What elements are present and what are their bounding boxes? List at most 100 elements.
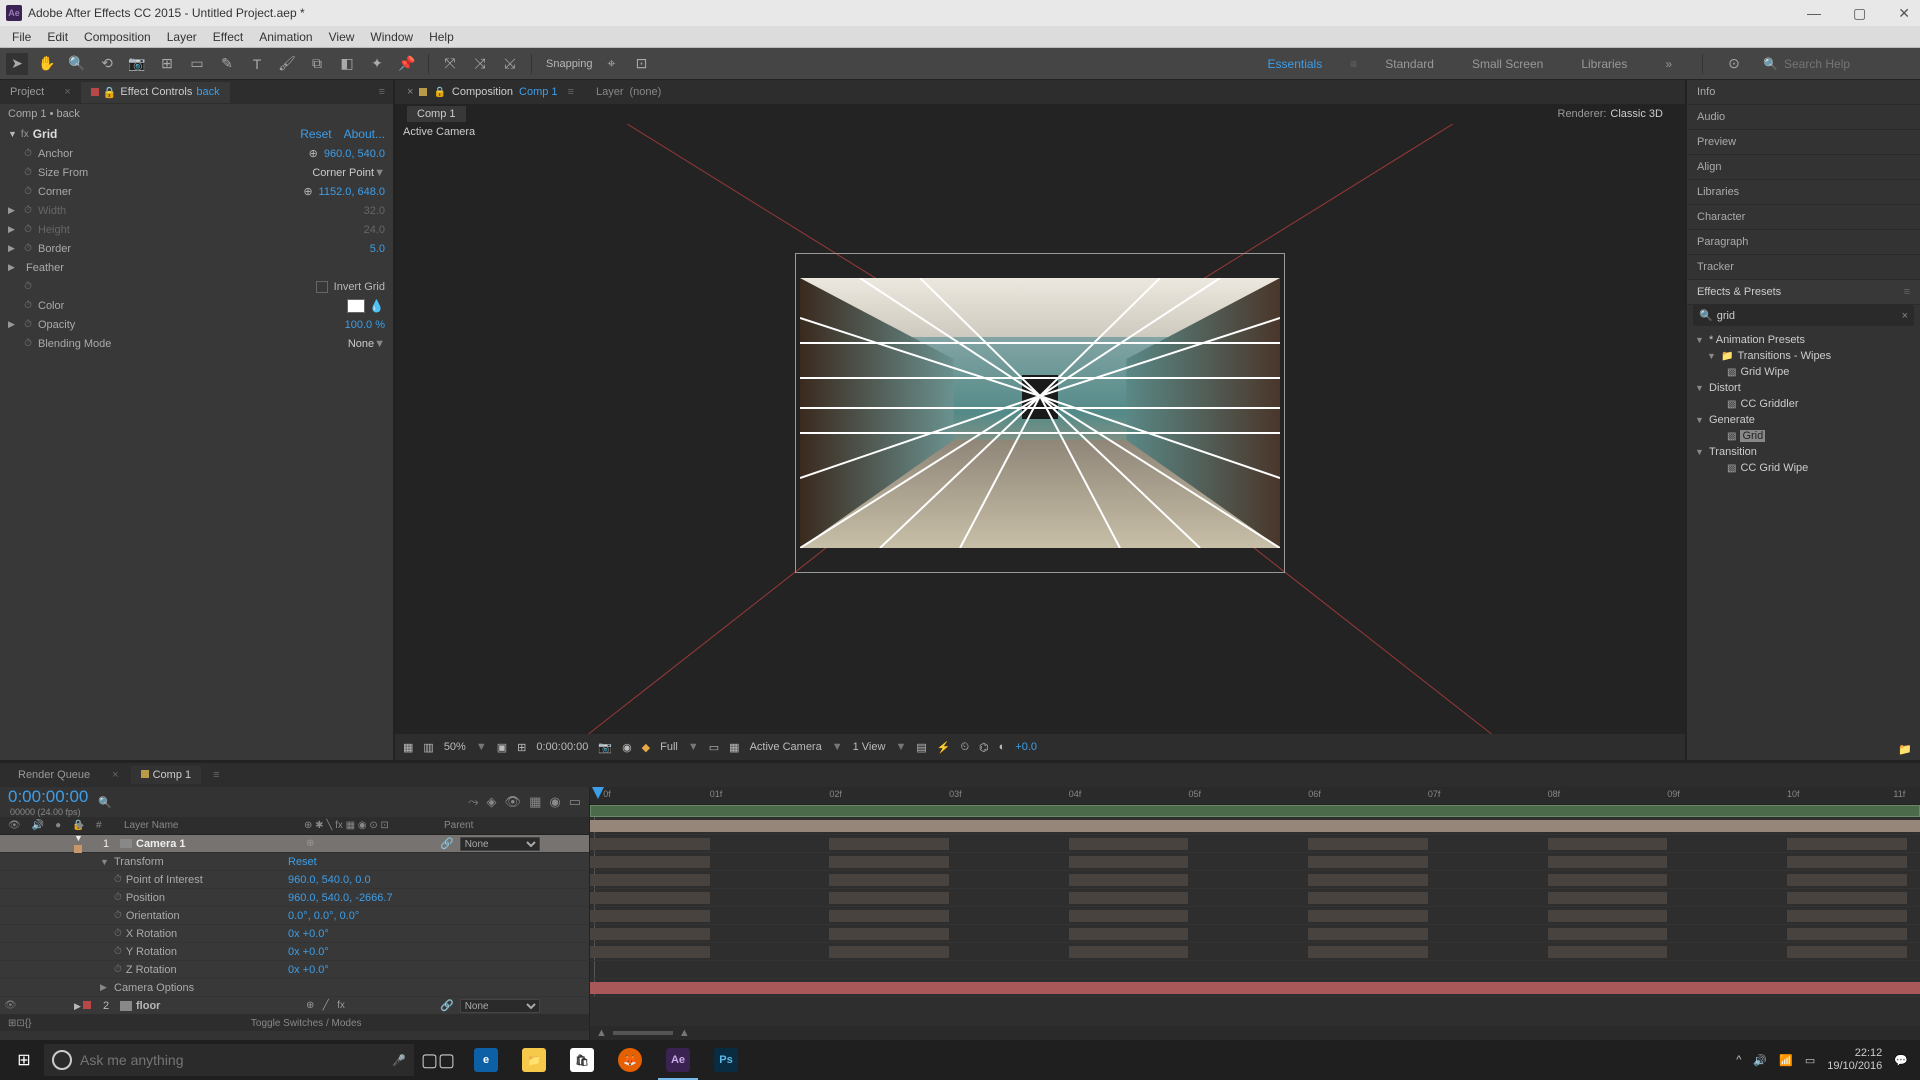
zrot-value[interactable]: 0x +0.0° [280, 964, 329, 976]
workspace-essentials[interactable]: Essentials [1258, 53, 1333, 75]
taskbar-explorer[interactable]: 📁 [510, 1040, 558, 1080]
stopwatch-icon[interactable]: ⏱ [114, 910, 122, 921]
twirl-icon[interactable]: ▶ [8, 224, 22, 235]
tree-generate[interactable]: ▼Generate [1693, 412, 1914, 428]
playhead-icon[interactable] [592, 787, 604, 799]
type-tool-icon[interactable]: T [246, 53, 268, 75]
current-timecode[interactable]: 0:00:00:00 [8, 787, 88, 807]
menu-edit[interactable]: Edit [39, 28, 76, 46]
search-icon[interactable]: 🔍 [98, 796, 112, 809]
stopwatch-icon[interactable]: ⏱ [22, 148, 34, 160]
close-button[interactable]: ✕ [1894, 5, 1914, 22]
twirl-icon[interactable]: ▼ [8, 129, 17, 139]
stopwatch-icon[interactable]: ⏱ [22, 243, 34, 255]
twirl-icon[interactable]: ▶ [8, 262, 22, 273]
tree-grid[interactable]: ▧Grid [1693, 428, 1914, 444]
axis-view-icon[interactable]: ⤩ [499, 53, 521, 75]
action-center-icon[interactable]: 💬 [1894, 1054, 1908, 1067]
roi-icon[interactable]: ▭ [709, 741, 719, 754]
close-icon[interactable]: × [407, 86, 413, 98]
menu-composition[interactable]: Composition [76, 28, 159, 46]
menu-view[interactable]: View [321, 28, 363, 46]
hand-tool-icon[interactable]: ✋ [36, 53, 58, 75]
panel-menu-icon[interactable]: ≡ [568, 86, 574, 98]
time-ruler[interactable]: 0f 01f 02f 03f 04f 05f 06f 07f 08f 09f 1… [590, 787, 1920, 805]
twirl-icon[interactable]: ▶ [8, 243, 22, 254]
workspace-standard[interactable]: Standard [1375, 53, 1444, 75]
mic-icon[interactable]: 🎤 [392, 1054, 406, 1067]
tree-transition[interactable]: ▼Transition [1693, 444, 1914, 460]
roto-tool-icon[interactable]: ✦ [366, 53, 388, 75]
snap-collapse-icon[interactable]: ⊡ [631, 53, 653, 75]
reset-link[interactable]: Reset [300, 127, 331, 141]
current-time[interactable]: 0:00:00:00 [536, 741, 588, 753]
timeline-toggle-icon[interactable]: {} [25, 1018, 32, 1029]
task-view-icon[interactable]: ▢▢ [414, 1040, 462, 1080]
panel-audio[interactable]: Audio [1687, 105, 1920, 130]
panel-effects-presets[interactable]: Effects & Presets≡ [1687, 280, 1920, 305]
dropdown-icon[interactable]: ▼ [374, 167, 385, 179]
stopwatch-icon[interactable]: ⏱ [22, 281, 34, 293]
panel-menu-icon[interactable]: ≡ [213, 769, 219, 781]
lock-icon[interactable]: 🔒 [433, 87, 445, 98]
taskbar-photoshop[interactable]: Ps [702, 1040, 750, 1080]
mask-icon[interactable]: ▣ [497, 741, 507, 754]
stopwatch-icon[interactable]: ⏱ [22, 205, 34, 217]
twirl-icon[interactable]: ▶ [8, 319, 22, 330]
menu-animation[interactable]: Animation [251, 28, 320, 46]
graph-editor-icon[interactable]: ▭ [569, 794, 581, 810]
resolution-select[interactable]: Full [660, 741, 678, 753]
cortana-search[interactable]: 🎤 [44, 1044, 414, 1076]
sync-icon[interactable]: ⊙ [1723, 53, 1745, 75]
effects-search-input[interactable] [1717, 310, 1898, 322]
comp-flowchart-icon[interactable]: ⤳ [468, 794, 478, 810]
twirl-icon[interactable]: ▼ [100, 857, 110, 867]
shy-icon[interactable]: 👁 [505, 794, 522, 810]
taskbar-edge[interactable]: e [462, 1040, 510, 1080]
motion-blur-icon[interactable]: ◉ [549, 794, 560, 810]
rect-tool-icon[interactable]: ▭ [186, 53, 208, 75]
work-area-bar[interactable] [590, 805, 1920, 817]
puppet-tool-icon[interactable]: 📌 [396, 53, 418, 75]
stopwatch-icon[interactable]: ⏱ [114, 874, 122, 885]
color-swatch[interactable] [347, 299, 365, 313]
panel-tracker[interactable]: Tracker [1687, 255, 1920, 280]
workspace-more-icon[interactable]: » [1655, 53, 1682, 75]
taskbar-after-effects[interactable]: Ae [654, 1040, 702, 1080]
layer-row-camera[interactable]: ▼ 1 Camera 1 ⊕ 🔗None [0, 835, 589, 853]
maximize-button[interactable]: ▢ [1849, 5, 1870, 22]
tab-effect-controls[interactable]: 🔒 Effect Controls back [81, 82, 230, 103]
invert-checkbox[interactable] [316, 281, 328, 293]
panel-menu-icon[interactable]: ≡ [371, 86, 393, 98]
cortana-input[interactable] [80, 1052, 384, 1068]
xrot-value[interactable]: 0x +0.0° [280, 928, 329, 940]
tab-project-close-icon[interactable]: × [54, 82, 80, 102]
fx-badge-icon[interactable]: fx [21, 129, 29, 140]
stopwatch-icon[interactable]: ⏱ [114, 892, 122, 903]
tree-cc-grid-wipe[interactable]: ▧CC Grid Wipe [1693, 460, 1914, 476]
show-snapshot-icon[interactable]: ◉ [622, 741, 632, 754]
brush-tool-icon[interactable]: 🖌 [276, 53, 298, 75]
zoom-in-icon[interactable]: ▲ [679, 1027, 690, 1039]
minimize-button[interactable]: — [1803, 5, 1825, 22]
snapping-icon[interactable]: ⌖ [601, 53, 623, 75]
viewer[interactable]: Active Camera [395, 124, 1685, 734]
taskbar-clock[interactable]: 22:1219/10/2016 [1827, 1047, 1882, 1073]
flowchart-icon[interactable]: ⌬ [979, 741, 989, 754]
panel-info[interactable]: Info [1687, 80, 1920, 105]
stopwatch-icon[interactable]: ⏱ [22, 338, 34, 350]
timeline-toggle-icon[interactable]: ⊡ [16, 1018, 24, 1029]
panel-menu-icon[interactable]: ≡ [1904, 286, 1910, 298]
transparency-grid-icon[interactable]: ▥ [423, 741, 433, 754]
panel-align[interactable]: Align [1687, 155, 1920, 180]
tray-lang-icon[interactable]: ▭ [1805, 1054, 1815, 1067]
stopwatch-icon[interactable]: ⏱ [22, 167, 34, 179]
magnification-select[interactable]: 50% [444, 741, 466, 753]
poi-value[interactable]: 960.0, 540.0, 0.0 [280, 874, 371, 886]
dropdown-icon[interactable]: ▼ [374, 338, 385, 350]
twirl-icon[interactable]: ▶ [8, 205, 22, 216]
new-bin-icon[interactable]: 📁 [1898, 744, 1912, 756]
stopwatch-icon[interactable]: ⏱ [114, 928, 122, 939]
exposure-value[interactable]: +0.0 [1015, 741, 1037, 753]
stopwatch-icon[interactable]: ⏱ [22, 300, 34, 312]
